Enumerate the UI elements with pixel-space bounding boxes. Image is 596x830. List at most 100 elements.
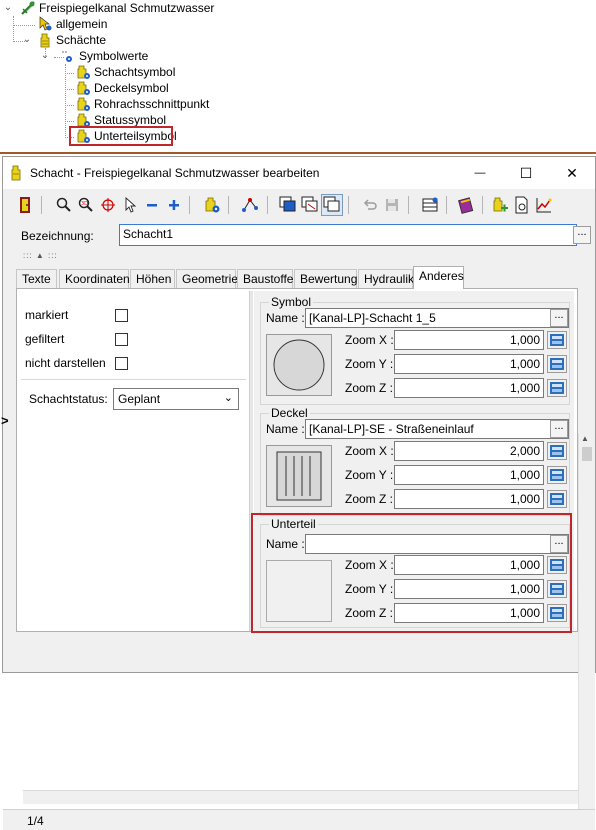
undo-icon xyxy=(363,199,377,210)
shaft-gear-icon xyxy=(205,197,220,213)
gefiltert-checkbox[interactable] xyxy=(115,333,128,346)
deckel-zoom-x-input[interactable]: 2,000 xyxy=(394,441,544,461)
symbol-zoom-z-calc-button[interactable] xyxy=(547,379,567,397)
remove-button[interactable] xyxy=(141,194,163,216)
symbol-zoom-y-input[interactable]: 1,000 xyxy=(394,354,544,374)
symbol-group: Symbol Name : [Kanal-LP]-Schacht 1_5 ...… xyxy=(260,295,570,405)
tree-item-schachtsymbol[interactable]: Schachtsymbol xyxy=(75,64,175,80)
zoom-button[interactable] xyxy=(53,194,75,216)
bezeichnung-browse-button[interactable]: ... xyxy=(573,226,591,244)
tab-geometrie[interactable]: Geometrie xyxy=(176,269,238,288)
markiert-checkbox[interactable] xyxy=(115,309,128,322)
deckel-zoom-z-input[interactable]: 1,000 xyxy=(394,489,544,509)
window-print-icon xyxy=(301,196,318,212)
save-button[interactable] xyxy=(381,194,403,216)
close-icon: ✕ xyxy=(566,164,578,181)
toolbar-separator xyxy=(348,196,349,214)
deckel-name-input[interactable]: [Kanal-LP]-SE - Straßeneinlauf xyxy=(305,419,569,439)
magnifier-3d-icon: 3D xyxy=(78,197,93,212)
shaft-plus-icon xyxy=(493,197,508,212)
list-button[interactable] xyxy=(419,194,441,216)
horizontal-scrollbar[interactable] xyxy=(23,790,578,804)
tab-anderes[interactable]: Anderes xyxy=(413,266,464,289)
tab-baustoffe[interactable]: Baustoffe xyxy=(237,269,293,288)
magnifier-icon xyxy=(56,197,71,212)
tree-item-symbolwerte[interactable]: Symbolwerte xyxy=(60,48,148,64)
expand-toggle-icon[interactable]: ⌄ xyxy=(22,35,32,45)
scroll-thumb[interactable] xyxy=(582,447,592,461)
splitter-handle[interactable]: ::: ▲ ::: xyxy=(23,251,58,260)
tree-item-label: Schachtsymbol xyxy=(94,65,176,79)
deckel-zoom-x-calc-button[interactable] xyxy=(547,442,567,460)
tree-item-label: Statussymbol xyxy=(94,113,167,127)
side-expand-arrow-icon[interactable]: > xyxy=(1,413,9,428)
symbol-zoom-y-calc-button[interactable] xyxy=(547,355,567,373)
tree-item-label: Symbolwerte xyxy=(79,49,149,63)
maximize-button[interactable]: ☐ xyxy=(503,157,549,189)
symbol-zoom-z-input[interactable]: 1,000 xyxy=(394,378,544,398)
chart-button[interactable] xyxy=(533,194,555,216)
shaft-properties-button[interactable] xyxy=(201,194,223,216)
crosshair-button[interactable] xyxy=(97,194,119,216)
schachtstatus-select[interactable]: Geplant ⌄ xyxy=(113,388,239,410)
maximize-icon: ☐ xyxy=(519,164,533,181)
tree-line xyxy=(13,16,14,42)
cursor-gear-icon xyxy=(37,16,53,32)
symbol-zoom-z-label: Zoom Z : xyxy=(345,381,394,395)
minimize-button[interactable]: — xyxy=(457,157,503,189)
crosshair-icon xyxy=(101,198,115,212)
table-list-icon xyxy=(422,197,438,212)
tree-item-root[interactable]: Freispiegelkanal Schmutzwasser xyxy=(20,0,214,16)
tab-texte[interactable]: Texte xyxy=(16,269,57,288)
close-button[interactable]: ✕ xyxy=(549,157,595,189)
add-button[interactable] xyxy=(163,194,185,216)
sewer-branch-icon xyxy=(20,0,36,16)
arrow-cursor-icon xyxy=(125,197,137,213)
tab-koordinaten[interactable]: Koordinaten xyxy=(59,269,130,288)
deckel-zoom-y-label: Zoom Y : xyxy=(345,468,394,482)
tree-item-label: Schächte xyxy=(56,33,107,47)
calculator-icon xyxy=(550,382,564,394)
tree-item-allgemein[interactable]: allgemein xyxy=(37,16,107,32)
bezeichnung-input[interactable]: Schacht1 xyxy=(119,224,577,246)
window-stack-button[interactable] xyxy=(277,194,299,216)
deckel-zoom-z-label: Zoom Z : xyxy=(345,492,394,506)
tree-item-schaechte[interactable]: Schächte xyxy=(37,32,106,48)
expand-toggle-icon[interactable]: ⌄ xyxy=(3,3,13,13)
vertical-scrollbar[interactable]: ▲ ▼ xyxy=(578,433,595,825)
network-button[interactable] xyxy=(239,194,261,216)
undo-button[interactable] xyxy=(359,194,381,216)
zoom-3d-button[interactable]: 3D xyxy=(75,194,97,216)
document-button[interactable] xyxy=(511,194,533,216)
deckel-zoom-y-calc-button[interactable] xyxy=(547,466,567,484)
door-icon xyxy=(20,197,30,213)
deckel-zoom-y-input[interactable]: 1,000 xyxy=(394,465,544,485)
symbol-zoom-x-input[interactable]: 1,000 xyxy=(394,330,544,350)
shaft-add-button[interactable] xyxy=(489,194,511,216)
exit-door-button[interactable] xyxy=(15,194,37,216)
toolbar-separator xyxy=(267,196,268,214)
tab-hoehen[interactable]: Höhen xyxy=(130,269,175,288)
window-title: Schacht - Freispiegelkanal Schmutzwasser… xyxy=(30,166,320,180)
window-copy-button[interactable] xyxy=(321,194,343,216)
tree-item-deckelsymbol[interactable]: Deckelsymbol xyxy=(75,80,169,96)
symbol-browse-button[interactable]: ... xyxy=(550,309,568,327)
window-print-button[interactable] xyxy=(299,194,321,216)
select-button[interactable] xyxy=(119,194,141,216)
tree-item-rohrachsschnittpunkt[interactable]: Rohrachsschnittpunkt xyxy=(75,96,209,112)
shaft-gear-icon xyxy=(75,80,91,96)
symbol-name-input[interactable]: [Kanal-LP]-Schacht 1_5 xyxy=(305,308,569,328)
deckel-browse-button[interactable]: ... xyxy=(550,420,568,438)
library-button[interactable] xyxy=(455,194,477,216)
symbol-zoom-y-label: Zoom Y : xyxy=(345,357,394,371)
expand-toggle-icon[interactable]: ⌄ xyxy=(40,51,50,61)
scroll-up-icon[interactable]: ▲ xyxy=(581,434,589,443)
symbol-zoom-x-calc-button[interactable] xyxy=(547,331,567,349)
network-nodes-icon xyxy=(242,198,258,212)
shaft-icon xyxy=(9,165,23,181)
left-panel: markiert gefiltert nicht darstellen Scha… xyxy=(21,292,246,631)
deckel-zoom-z-calc-button[interactable] xyxy=(547,490,567,508)
tab-bewertung[interactable]: Bewertung xyxy=(294,269,357,288)
tab-hydraulik[interactable]: Hydraulik xyxy=(358,269,414,288)
nicht-darstellen-checkbox[interactable] xyxy=(115,357,128,370)
